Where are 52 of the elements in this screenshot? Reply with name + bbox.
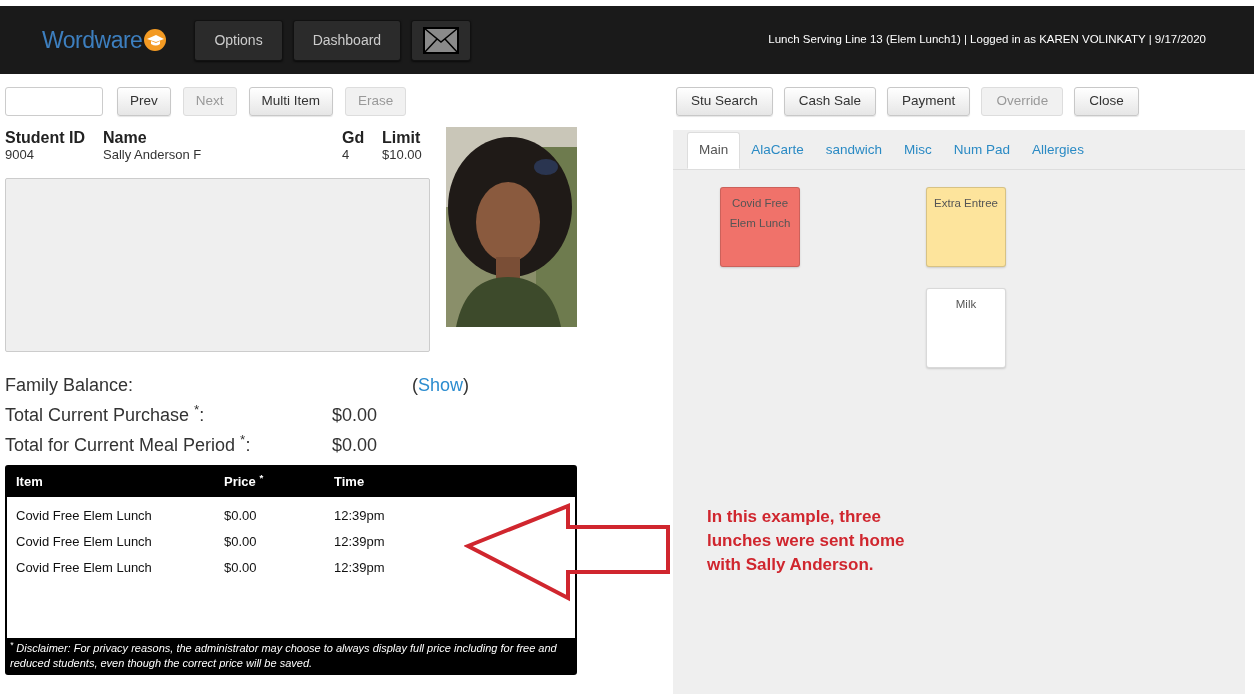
graduation-cap-icon xyxy=(144,29,167,51)
nav-button[interactable]: Dashboard xyxy=(292,19,402,61)
menu-tab[interactable]: sandwich xyxy=(814,132,894,169)
envelope-icon xyxy=(423,26,460,54)
menu-tab[interactable]: Main xyxy=(687,132,741,169)
search-field[interactable] xyxy=(5,87,103,116)
column-header: Time xyxy=(334,473,366,492)
table-cell-text: 12:39pm xyxy=(334,559,386,578)
toolbar-button[interactable]: Close xyxy=(1074,87,1139,116)
table-cell-text: 4 xyxy=(342,146,351,163)
column-header: Name xyxy=(103,129,148,146)
paren-text: ( xyxy=(412,374,418,397)
table-cell-text: $0.00 xyxy=(224,533,258,552)
brand-logo: Wordware xyxy=(42,25,143,55)
session-info: Lunch Serving Line 13 (Elem Lunch1) | Logged in as KAREN VOLINKATY | 9/17/2020 xyxy=(768,32,1206,48)
total-label: Total Current Purchase $^{*}$: xyxy=(5,401,206,427)
table-cell-text: 12:39pm xyxy=(334,533,386,552)
menu-tab[interactable]: Allergies xyxy=(1021,132,1095,169)
balance-label: Family Balance: xyxy=(5,374,135,397)
table-cell-text: $0.00 xyxy=(224,507,258,526)
column-header: Student ID xyxy=(5,129,86,146)
paren-text: ) xyxy=(463,374,470,397)
toolbar-button[interactable]: Payment xyxy=(887,87,971,116)
show-link[interactable]: Show xyxy=(418,370,464,400)
toolbar-button[interactable]: Stu Search xyxy=(676,87,773,116)
menu-tile[interactable]: Milk xyxy=(926,288,1006,368)
nav-button[interactable]: Options xyxy=(194,19,283,61)
table-cell-text: Covid Free Elem Lunch xyxy=(16,559,153,578)
table-cell-text: Covid Free Elem Lunch xyxy=(16,533,153,552)
total-value: $0.00 xyxy=(332,434,378,457)
toolbar-button[interactable]: Cash Sale xyxy=(783,87,877,116)
table-cell-text: 9004 xyxy=(5,146,35,163)
toolbar-button[interactable]: Multi Item xyxy=(248,87,334,116)
column-header: Price $^{*}$ xyxy=(224,472,265,492)
mail-button[interactable] xyxy=(411,19,472,61)
column-header: Gd xyxy=(342,129,366,146)
toolbar-button[interactable]: Prev xyxy=(117,87,171,116)
total-value: $0.00 xyxy=(332,404,378,427)
table-cell-text: Sally Anderson F xyxy=(103,146,203,163)
disclaimer-text: $^{*}$ Disclaimer: For privacy reasons, the administrator may choose to always display full price including for free and reduced students, even though the correct price will be saved. xyxy=(7,638,575,673)
menu-tab[interactable]: AlaCarte xyxy=(740,132,815,169)
menu-tab[interactable]: Misc xyxy=(893,132,943,169)
table-cell-text: 12:39pm xyxy=(334,507,386,526)
menu-tile[interactable]: Extra Entree xyxy=(926,187,1006,267)
total-label: Total for Current Meal Period $^{*}$: xyxy=(5,431,252,457)
column-header: Limit xyxy=(382,129,422,146)
menu-tab[interactable]: Num Pad xyxy=(942,132,1022,169)
table-cell-text: Covid Free Elem Lunch xyxy=(16,507,153,526)
annotation-text: In this example, three lunches were sent home with Sally Anderson. xyxy=(707,506,905,576)
column-header: Item xyxy=(16,473,44,492)
table-cell-text: $10.00 xyxy=(382,146,423,163)
table-cell-text: $0.00 xyxy=(224,559,258,578)
